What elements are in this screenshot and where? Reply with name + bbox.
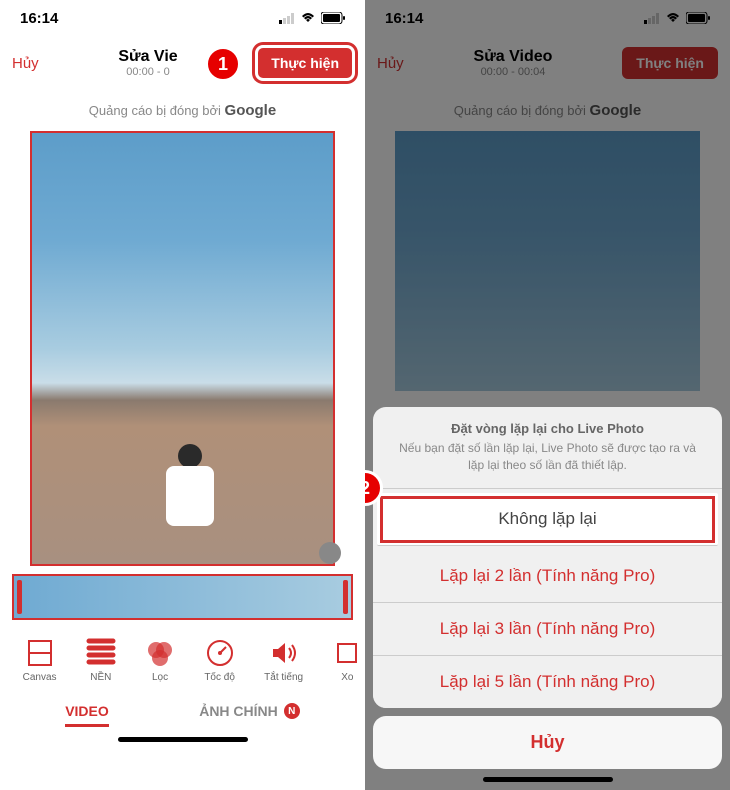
battery-icon xyxy=(686,12,710,24)
signal-icon xyxy=(279,13,295,24)
cancel-button[interactable]: Hủy xyxy=(12,55,39,72)
battery-icon xyxy=(321,12,345,24)
tab-anhchinh-label: ẢNH CHÍNH xyxy=(199,703,278,719)
sheet-option-repeat-5[interactable]: Lặp lại 5 lần (Tính năng Pro) xyxy=(373,656,722,708)
tab-video[interactable]: VIDEO xyxy=(55,697,119,725)
sheet-cancel-button[interactable]: Hủy xyxy=(373,716,722,769)
page-subtitle: 00:00 - 0 xyxy=(118,66,177,78)
home-indicator[interactable] xyxy=(118,737,248,742)
new-badge: N xyxy=(284,703,300,719)
toolbar: Canvas NỀN Lọc Tốc độ Tắt tiếng Xo xyxy=(0,628,365,687)
video-preview[interactable] xyxy=(395,131,700,391)
ad-brand: Google xyxy=(225,102,277,119)
action-sheet: Đặt vòng lặp lại cho Live Photo Nếu bạn … xyxy=(373,407,722,708)
header: Hủy Sửa Vie 00:00 - 0 Thực hiện xyxy=(0,36,365,90)
filter-icon xyxy=(145,638,175,668)
mute-icon xyxy=(269,638,299,668)
tool-label: Tốc độ xyxy=(204,672,235,683)
video-preview[interactable] xyxy=(30,131,335,566)
tool-loc[interactable]: Lọc xyxy=(145,638,175,683)
canvas-icon xyxy=(25,638,55,668)
step-badge-1: 1 xyxy=(205,46,241,82)
wifi-icon xyxy=(665,12,681,24)
screen-right: 16:14 Hủy Sửa Video 00:00 - 00:04 Thực h… xyxy=(365,0,730,790)
sheet-title: Đặt vòng lặp lại cho Live Photo xyxy=(393,421,702,436)
status-time: 16:14 xyxy=(20,10,58,27)
tool-tattieng[interactable]: Tắt tiếng xyxy=(264,638,303,683)
tool-label: Canvas xyxy=(23,672,57,683)
page-subtitle: 00:00 - 00:04 xyxy=(474,66,553,78)
tool-label: Tắt tiếng xyxy=(264,672,303,683)
sheet-header: Đặt vòng lặp lại cho Live Photo Nếu bạn … xyxy=(373,407,722,489)
ad-bar: Quảng cáo bị đóng bởi Google xyxy=(365,90,730,127)
sheet-option-no-repeat[interactable]: Không lặp lại xyxy=(377,493,718,546)
cancel-button[interactable]: Hủy xyxy=(377,55,404,72)
tool-nen[interactable]: NỀN xyxy=(86,638,116,683)
sheet-description: Nếu bạn đặt số lần lặp lại, Live Photo s… xyxy=(393,440,702,474)
page-title: Sửa Vie xyxy=(118,48,177,66)
video-subject xyxy=(155,444,225,544)
screen-left: 1 16:14 Hủy Sửa Vie 00:00 - 0 Thực hiện … xyxy=(0,0,365,790)
title-block: Sửa Video 00:00 - 00:04 xyxy=(474,48,553,78)
tabs: VIDEO ẢNH CHÍNH N xyxy=(0,687,365,729)
ad-bar: Quảng cáo bị đóng bởi Google xyxy=(0,90,365,127)
ad-text: Quảng cáo bị đóng bởi xyxy=(89,103,225,118)
tool-canvas[interactable]: Canvas xyxy=(23,638,57,683)
status-bar: 16:14 xyxy=(0,0,365,36)
sheet-option-repeat-2[interactable]: Lặp lại 2 lần (Tính năng Pro) xyxy=(373,550,722,603)
status-time: 16:14 xyxy=(385,10,423,27)
signal-icon xyxy=(644,13,660,24)
tool-tocdo[interactable]: Tốc độ xyxy=(204,638,235,683)
tool-label: NỀN xyxy=(90,672,111,683)
header: Hủy Sửa Video 00:00 - 00:04 Thực hiện xyxy=(365,36,730,90)
crop-icon xyxy=(332,638,362,668)
execute-button[interactable]: Thực hiện xyxy=(622,47,718,79)
tool-label: Lọc xyxy=(152,672,168,683)
speed-icon xyxy=(205,638,235,668)
tool-xo[interactable]: Xo xyxy=(332,638,362,683)
execute-button[interactable]: Thực hiện xyxy=(257,47,353,79)
page-title: Sửa Video xyxy=(474,48,553,66)
timeline-scrubber[interactable] xyxy=(12,574,353,620)
status-bar: 16:14 xyxy=(365,0,730,36)
ad-brand: Google xyxy=(590,102,642,119)
tab-anhchinh[interactable]: ẢNH CHÍNH N xyxy=(189,697,310,725)
status-icons xyxy=(279,12,345,24)
home-indicator[interactable] xyxy=(483,777,613,782)
tool-label: Xo xyxy=(341,672,353,683)
background-icon xyxy=(86,638,116,668)
sheet-option-repeat-3[interactable]: Lặp lại 3 lần (Tính năng Pro) xyxy=(373,603,722,656)
action-sheet-overlay: Đặt vòng lặp lại cho Live Photo Nếu bạn … xyxy=(365,399,730,790)
title-block: Sửa Vie 00:00 - 0 xyxy=(118,48,177,78)
status-icons xyxy=(644,12,710,24)
wifi-icon xyxy=(300,12,316,24)
ad-text: Quảng cáo bị đóng bởi xyxy=(454,103,590,118)
